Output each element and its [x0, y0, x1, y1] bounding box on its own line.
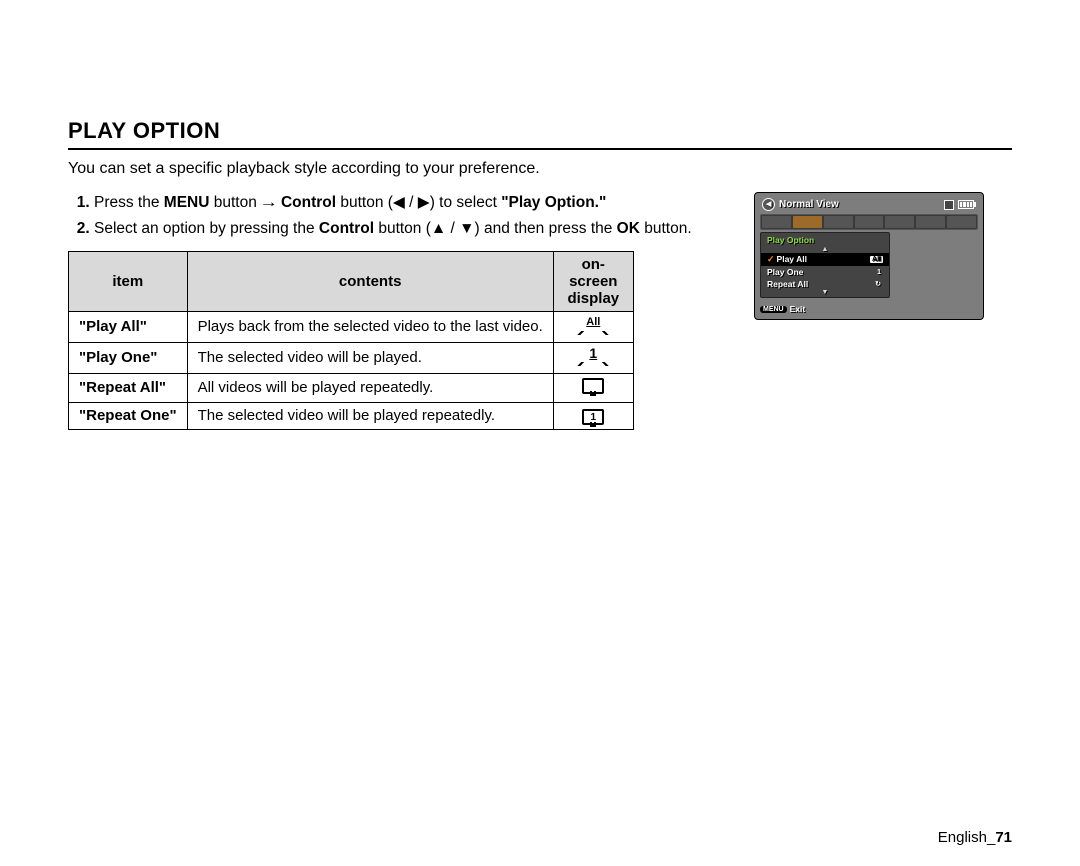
lcd-tab-active — [793, 216, 822, 228]
check-icon: ✓ — [767, 254, 775, 264]
table-row: "Repeat All" All videos will be played r… — [69, 373, 634, 402]
page-footer: English_71 — [938, 829, 1012, 846]
repeat-all-icon — [582, 378, 604, 394]
lcd-menu-item-active: ✓Play All All — [761, 253, 889, 266]
step-1: Press the MENU button → Control button (… — [94, 192, 728, 214]
lcd-tabbar — [760, 214, 978, 230]
th-contents: contents — [187, 251, 553, 311]
triangle-left-icon: ◀ — [393, 194, 405, 211]
lcd-footer: MENU Exit — [760, 304, 978, 314]
options-table: item contents on-screendisplay "Play All… — [68, 251, 634, 430]
play-mode-icon — [762, 198, 775, 211]
lcd-tab — [947, 216, 976, 228]
th-item: item — [69, 251, 188, 311]
triangle-up-icon: ▲ — [431, 220, 446, 237]
battery-icon — [958, 200, 976, 209]
lcd-badge-one: 1 — [875, 269, 883, 276]
th-display: on-screendisplay — [553, 251, 633, 311]
play-one-icon — [580, 347, 606, 365]
lcd-badge-repeat: ↻ — [873, 280, 883, 288]
intro-text: You can set a specific playback style ac… — [68, 160, 1012, 178]
repeat-one-icon — [582, 409, 604, 425]
step-2: Select an option by pressing the Control… — [94, 218, 728, 240]
table-row: "Play All" Plays back from the selected … — [69, 311, 634, 342]
lcd-badge-all: All — [870, 256, 883, 263]
section-title: PLAY OPTION — [68, 118, 1012, 150]
play-all-icon — [580, 316, 606, 334]
lcd-menu-item: Play One 1 — [761, 266, 889, 278]
lcd-menu: Play Option ▲ ✓Play All All Play One 1 R… — [760, 232, 890, 298]
lcd-tab — [855, 216, 884, 228]
lcd-tab — [885, 216, 914, 228]
lcd-tab — [824, 216, 853, 228]
table-row: "Play One" The selected video will be pl… — [69, 342, 634, 373]
triangle-right-icon: ▶ — [418, 194, 430, 211]
chevron-down-icon: ▼ — [761, 290, 889, 296]
card-icon — [944, 200, 954, 210]
menu-badge: MENU — [760, 306, 787, 313]
table-row: "Repeat One" The selected video will be … — [69, 402, 634, 429]
arrow-right-icon: → — [260, 192, 279, 214]
lcd-tab — [762, 216, 791, 228]
lcd-mode: Normal View — [779, 199, 839, 210]
lcd-preview: Normal View Play O — [754, 192, 984, 320]
lcd-tab — [916, 216, 945, 228]
triangle-down-icon: ▼ — [459, 220, 474, 237]
